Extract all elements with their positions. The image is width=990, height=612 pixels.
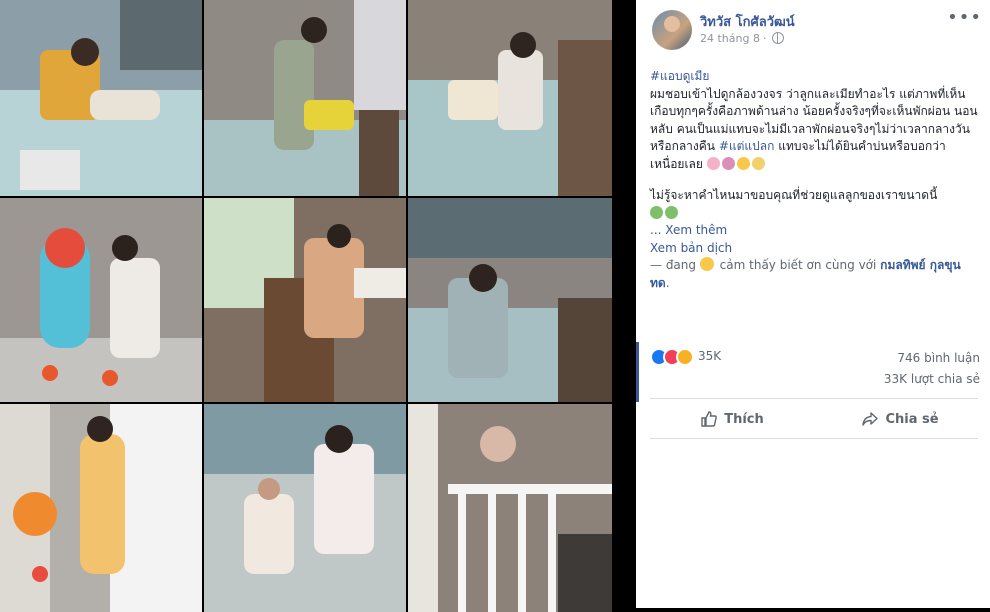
post-meta: 24 tháng 8 · (700, 32, 785, 45)
woman-tipping-hand-icon (706, 156, 720, 170)
photo-cell (408, 404, 612, 612)
photo-cell (408, 198, 612, 402)
wow-reaction-icon (676, 348, 694, 366)
action-bar: Thích Chia sẻ (650, 404, 978, 434)
photo-cell (0, 0, 202, 196)
like-label: Thích (724, 411, 764, 427)
share-arrow-icon (862, 412, 879, 426)
post-paragraph-2: ไม่รู้จะหาคำไหนมาขอบคุณที่ช่วยดูแลลูกของ… (650, 187, 980, 222)
hashtag-link[interactable]: #แต่แปลก (719, 139, 775, 153)
photo-cell (204, 198, 406, 402)
smile-icon (699, 257, 714, 271)
family-icon (665, 205, 678, 219)
baby-icon (736, 156, 750, 170)
photo-cell (204, 0, 406, 196)
divider (650, 398, 978, 399)
more-options-icon[interactable]: ••• (947, 9, 982, 27)
share-label: Chia sẻ (885, 411, 939, 427)
photo-collage (0, 0, 612, 612)
avatar[interactable] (652, 10, 692, 50)
post-date[interactable]: 24 tháng 8 (700, 32, 760, 45)
post-paragraph-1: #แอบดูเมีย ผมชอบเข้าไปดูกล้องวงจร ว่าลูก… (650, 68, 980, 173)
post-header: วิทวัส โกศัลวัฒน์ 24 tháng 8 · ••• (652, 9, 982, 50)
feeling-text: cảm thấy biết ơn cùng với (719, 258, 877, 272)
post-panel: วิทวัส โกศัลวัฒน์ 24 tháng 8 · ••• #แอบดู… (636, 0, 990, 608)
photo-cell (0, 404, 202, 612)
photo-cell (408, 0, 612, 196)
woman-gesturing-icon (721, 156, 735, 170)
baby-icon (751, 156, 765, 170)
globe-icon (772, 32, 785, 44)
thumbs-up-icon (701, 411, 718, 427)
feeling-line: — đang cảm thấy biết ơn cùng với กมลทิพย… (650, 257, 961, 290)
photo-viewer[interactable] (0, 0, 636, 612)
feeling-prefix: — đang (650, 258, 697, 272)
family-icon (650, 205, 663, 219)
focus-indicator (636, 342, 639, 402)
share-count[interactable]: 33K lượt chia sẻ (884, 372, 980, 386)
photo-cell (204, 404, 406, 612)
author-name[interactable]: วิทวัส โกศัลวัฒน์ (700, 11, 795, 32)
meta-separator: · (762, 32, 767, 45)
hashtag-link[interactable]: #แอบดูเมีย (650, 69, 709, 83)
comment-count[interactable]: 746 bình luận (897, 351, 980, 365)
post-text: ไม่รู้จะหาคำไหนมาขอบคุณที่ช่วยดูแลลูกของ… (650, 188, 938, 202)
post-body: #แอบดูเมีย ผมชอบเข้าไปดูกล้องวงจร ว่าลูก… (650, 68, 980, 292)
see-more-link[interactable]: ... Xem thêm (650, 222, 980, 240)
divider (650, 438, 978, 439)
photo-cell (0, 198, 202, 402)
share-button[interactable]: Chia sẻ (814, 404, 982, 434)
translate-link[interactable]: Xem bản dịch (650, 240, 980, 258)
feeling-end: . (665, 275, 670, 290)
post-stats: 35K 746 bình luận 33K lượt chia sẻ (650, 346, 980, 386)
like-button[interactable]: Thích (650, 404, 814, 434)
reaction-count[interactable]: 35K (698, 349, 721, 363)
